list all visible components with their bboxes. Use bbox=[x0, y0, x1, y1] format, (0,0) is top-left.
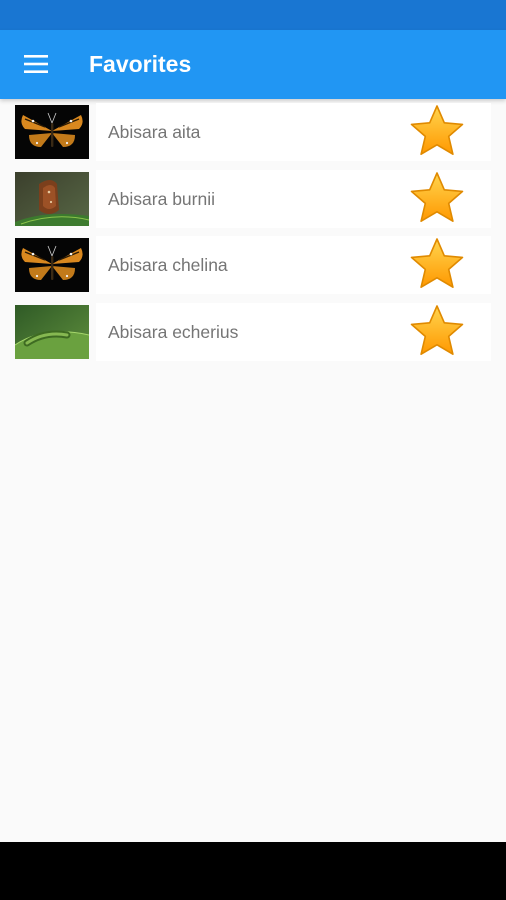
favorite-toggle[interactable] bbox=[407, 303, 467, 361]
system-navigation-bar bbox=[0, 842, 506, 900]
status-bar bbox=[0, 0, 506, 30]
favorite-toggle[interactable] bbox=[407, 103, 467, 161]
species-name: Abisara burnii bbox=[108, 188, 215, 209]
star-icon bbox=[410, 238, 464, 288]
favorite-toggle[interactable] bbox=[407, 170, 467, 228]
species-name: Abisara aita bbox=[108, 122, 201, 142]
hamburger-menu-icon bbox=[24, 55, 48, 73]
caterpillar-thumbnail bbox=[15, 304, 89, 359]
list-item[interactable]: Abisara echerius bbox=[0, 299, 506, 366]
favorites-list: Abisara aita Abisara burnii Abisara chel… bbox=[0, 99, 506, 365]
list-item[interactable]: Abisara chelina bbox=[0, 232, 506, 299]
page-title: Favorites bbox=[89, 51, 192, 77]
list-item[interactable]: Abisara aita bbox=[0, 99, 506, 166]
menu-button[interactable] bbox=[14, 42, 58, 86]
species-name: Abisara echerius bbox=[108, 321, 239, 342]
list-item[interactable]: Abisara burnii bbox=[0, 166, 506, 233]
butterfly-thumbnail bbox=[15, 171, 89, 226]
favorite-toggle[interactable] bbox=[407, 236, 467, 294]
star-icon bbox=[410, 105, 464, 155]
star-icon bbox=[410, 304, 464, 355]
species-name: Abisara chelina bbox=[108, 255, 228, 275]
star-icon bbox=[410, 171, 464, 222]
app-bar: Favorites bbox=[0, 30, 506, 99]
butterfly-thumbnail bbox=[15, 238, 89, 292]
butterfly-thumbnail bbox=[15, 105, 89, 159]
